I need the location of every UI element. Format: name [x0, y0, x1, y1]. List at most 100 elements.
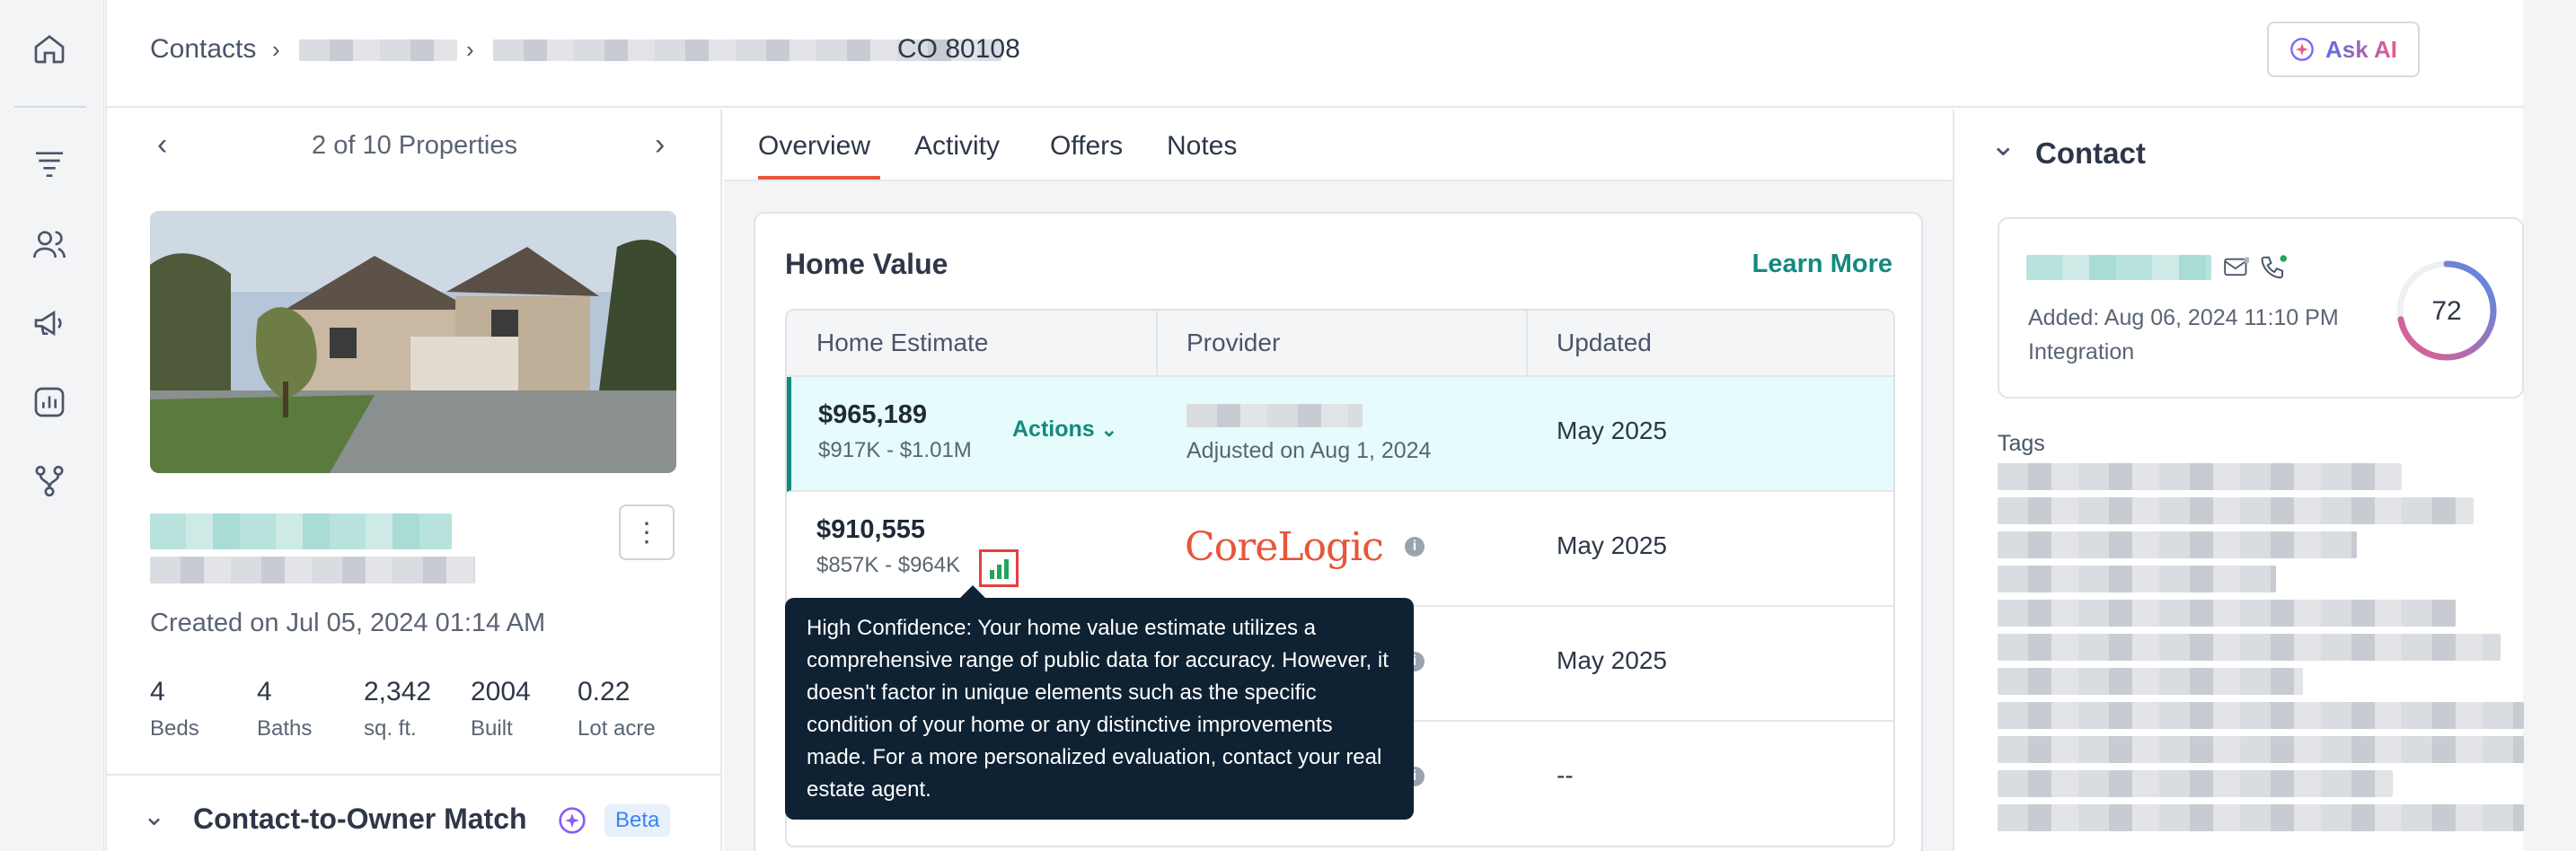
- estimate-value: $965,189: [818, 400, 927, 429]
- stat-baths-value: 4: [257, 677, 272, 706]
- updated-date: May 2025: [1557, 646, 1667, 674]
- tag-redacted[interactable]: [1998, 770, 2393, 797]
- contact-score-value: 72: [2431, 296, 2462, 326]
- tag-redacted[interactable]: [1998, 497, 2474, 524]
- stat-built-label: Built: [471, 716, 513, 741]
- breadcrumb-address-suffix: CO 80108: [897, 34, 1020, 64]
- stat-lot-value: 0.22: [578, 677, 631, 706]
- table-row[interactable]: $910,555 $857K - $964K CoreLogic i May 2…: [787, 492, 1893, 607]
- breadcrumb-contacts[interactable]: Contacts: [150, 34, 256, 65]
- header-divider: [1526, 311, 1528, 377]
- ai-sparkle-icon: [559, 807, 586, 834]
- property-pager-label: 2 of 10 Properties: [312, 131, 517, 160]
- property-more-options-button[interactable]: ⋮: [619, 504, 675, 560]
- header-updated: Updated: [1557, 329, 1652, 356]
- stat-lot: 0.22 Lot acre: [578, 677, 656, 741]
- tooltip-text: High Confidence: Your home value estimat…: [807, 616, 1389, 802]
- section-divider: [107, 774, 722, 776]
- home-icon[interactable]: [28, 27, 71, 70]
- stat-sqft-value: 2,342: [364, 677, 432, 706]
- tag-redacted[interactable]: [1998, 566, 2276, 592]
- updated-date: May 2025: [1557, 417, 1667, 444]
- home-value-title: Home Value: [785, 248, 948, 280]
- updated-date: May 2025: [1557, 531, 1667, 559]
- contact-added-date: Added: Aug 06, 2024 11:10 PM: [2028, 305, 2339, 330]
- tag-redacted[interactable]: [1998, 600, 2456, 627]
- tab-activity[interactable]: Activity: [914, 131, 1000, 162]
- email-icon[interactable]: [2224, 257, 2249, 278]
- table-row[interactable]: $965,189 $917K - $1.01M Actions ⌄ Adjust…: [787, 377, 1893, 492]
- learn-more-link[interactable]: Learn More: [1752, 250, 1892, 279]
- property-photo[interactable]: [150, 211, 676, 473]
- estimate-value: $910,555: [816, 515, 925, 544]
- stat-baths-label: Baths: [257, 716, 313, 741]
- sparkle-icon: [2290, 38, 2314, 61]
- match-section-title[interactable]: Contact-to-Owner Match: [193, 803, 527, 836]
- tag-redacted[interactable]: [1998, 736, 2524, 763]
- contact-section-title[interactable]: Contact: [2035, 136, 2146, 171]
- ask-ai-label: Ask AI: [2325, 35, 2397, 63]
- stat-built-value: 2004: [471, 677, 531, 706]
- tag-redacted[interactable]: [1998, 463, 2402, 490]
- reports-icon[interactable]: [28, 381, 71, 424]
- stat-lot-label: Lot acre: [578, 716, 656, 741]
- property-panel: ‹ 2 of 10 Properties › ⋮ Created on Jul …: [107, 110, 722, 851]
- corelogic-logo: CoreLogic: [1185, 524, 1384, 570]
- ask-ai-button[interactable]: Ask AI: [2267, 22, 2420, 77]
- tab-bar: Overview Activity Offers Notes: [724, 110, 1953, 181]
- property-owner-name-redacted: [150, 513, 452, 549]
- tab-overview[interactable]: Overview: [758, 131, 870, 162]
- estimate-range: $857K - $964K: [816, 553, 961, 577]
- actions-label: Actions: [1012, 417, 1095, 442]
- breadcrumb-chevron-icon: ›: [466, 36, 474, 63]
- stat-sqft-label: sq. ft.: [364, 716, 417, 741]
- contact-name-redacted: [2026, 255, 2211, 280]
- table-header: Home Estimate Provider Updated: [787, 311, 1893, 377]
- stat-beds-value: 4: [150, 677, 165, 706]
- contact-panel: ⌄ Contact Added: Aug 06, 2024 11:10 PM I…: [1953, 110, 2524, 851]
- header-provider: Provider: [1187, 329, 1281, 356]
- tag-redacted[interactable]: [1998, 531, 2357, 558]
- header-divider: [1156, 311, 1158, 377]
- provider-name-redacted: [1187, 404, 1363, 427]
- top-bar: Contacts › › CO 80108 Ask AI: [107, 0, 2523, 108]
- breadcrumb-contact-redacted[interactable]: [299, 39, 457, 61]
- provider-adjusted-note: Adjusted on Aug 1, 2024: [1187, 438, 1432, 463]
- actions-dropdown[interactable]: Actions ⌄: [1012, 417, 1117, 443]
- chevron-down-icon: ⌄: [1100, 418, 1118, 441]
- next-property-chevron-icon[interactable]: ›: [655, 127, 665, 162]
- updated-date: --: [1557, 761, 1574, 789]
- breadcrumb-chevron-icon: ›: [272, 36, 280, 63]
- nav-rail: [0, 0, 104, 851]
- app-main: Contacts › › CO 80108 Ask AI ‹ 2 of 10 P…: [106, 0, 2524, 851]
- match-collapse-chevron-icon[interactable]: ⌄: [143, 801, 165, 832]
- header-home-estimate: Home Estimate: [816, 329, 989, 356]
- tag-redacted[interactable]: [1998, 668, 2303, 695]
- stat-baths: 4 Baths: [257, 677, 312, 741]
- beta-badge: Beta: [604, 804, 671, 837]
- property-created-date: Created on Jul 05, 2024 01:14 AM: [150, 609, 546, 637]
- info-icon[interactable]: i: [1405, 537, 1425, 557]
- tag-redacted[interactable]: [1998, 804, 2524, 831]
- phone-icon[interactable]: [2260, 255, 2287, 280]
- active-tab-underline: [758, 176, 880, 180]
- megaphone-icon[interactable]: [28, 302, 71, 345]
- tag-redacted[interactable]: [1998, 634, 2501, 661]
- rail-divider: [14, 106, 86, 108]
- tab-offers[interactable]: Offers: [1050, 131, 1123, 162]
- funnel-icon[interactable]: [28, 144, 71, 187]
- estimate-range: $917K - $1.01M: [818, 438, 972, 462]
- stat-built: 2004 Built: [471, 677, 531, 741]
- confidence-tooltip: High Confidence: Your home value estimat…: [785, 585, 1414, 820]
- contact-source: Integration: [2028, 339, 2135, 364]
- tag-redacted[interactable]: [1998, 702, 2524, 729]
- workflow-icon[interactable]: [28, 460, 71, 503]
- tab-notes[interactable]: Notes: [1167, 131, 1237, 162]
- property-address-redacted: [150, 557, 475, 583]
- stat-beds-label: Beds: [150, 716, 199, 741]
- users-icon[interactable]: [28, 223, 71, 266]
- confidence-bars-icon[interactable]: [979, 549, 1019, 587]
- contact-card[interactable]: Added: Aug 06, 2024 11:10 PM Integration…: [1998, 217, 2524, 399]
- contact-collapse-chevron-icon[interactable]: ⌄: [1990, 127, 2016, 163]
- stat-sqft: 2,342 sq. ft.: [364, 677, 431, 741]
